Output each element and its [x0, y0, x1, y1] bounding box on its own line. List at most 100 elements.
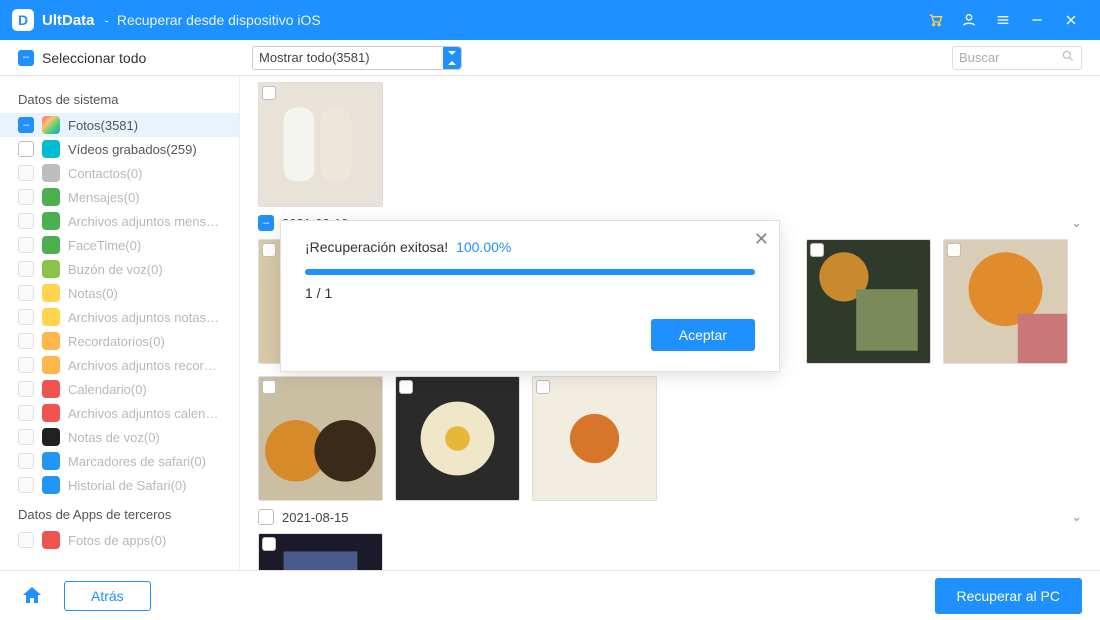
- sidebar-item[interactable]: Buzón de voz(0): [0, 257, 239, 281]
- sidebar-item[interactable]: Archivos adjuntos notas(0): [0, 305, 239, 329]
- titlebar: D UltData - Recuperar desde dispositivo …: [0, 0, 1100, 40]
- thumb-checkbox[interactable]: [262, 380, 276, 394]
- sidebar-item-label: Archivos adjuntos recordat...: [68, 358, 221, 373]
- app-subtitle: - Recuperar desde dispositivo iOS: [101, 12, 321, 28]
- group-checkbox[interactable]: –: [258, 215, 274, 231]
- sidebar-item-icon: [42, 116, 60, 134]
- app-logo: D: [12, 9, 34, 31]
- app-name: UltData: [42, 12, 95, 29]
- sidebar-item[interactable]: Marcadores de safari(0): [0, 449, 239, 473]
- thumb-checkbox[interactable]: [262, 86, 276, 100]
- sidebar-item[interactable]: Archivos adjuntos mensaje...: [0, 209, 239, 233]
- photo-thumb[interactable]: [532, 376, 657, 501]
- photo-thumb[interactable]: [258, 533, 383, 570]
- sidebar-item-checkbox[interactable]: [18, 357, 34, 373]
- photo-thumb[interactable]: [258, 82, 383, 207]
- sidebar-item-label: Notas(0): [68, 286, 221, 301]
- photo-thumb[interactable]: [258, 376, 383, 501]
- sidebar-item[interactable]: Recordatorios(0): [0, 329, 239, 353]
- sidebar-item-checkbox[interactable]: [18, 213, 34, 229]
- back-button[interactable]: Atrás: [64, 581, 151, 611]
- sidebar-item-checkbox[interactable]: [18, 532, 34, 548]
- sidebar-item[interactable]: Calendario(0): [0, 377, 239, 401]
- sidebar-item-checkbox[interactable]: [18, 285, 34, 301]
- sidebar-item-checkbox[interactable]: [18, 237, 34, 253]
- sidebar-item-icon: [42, 188, 60, 206]
- thumb-checkbox[interactable]: [810, 243, 824, 257]
- sidebar-item-label: Fotos de apps(0): [68, 533, 221, 548]
- minimize-icon[interactable]: [1020, 3, 1054, 37]
- home-button[interactable]: [18, 582, 46, 610]
- sidebar-item[interactable]: Archivos adjuntos recordat...: [0, 353, 239, 377]
- sidebar-item-label: Fotos(3581): [68, 118, 221, 133]
- sidebar-item-checkbox[interactable]: [18, 261, 34, 277]
- thumb-checkbox[interactable]: [536, 380, 550, 394]
- sidebar-item-checkbox[interactable]: [18, 381, 34, 397]
- filter-select-label: Mostrar todo(3581): [259, 50, 370, 65]
- progress-bar: [305, 269, 755, 275]
- accept-button[interactable]: Aceptar: [651, 319, 755, 351]
- user-icon[interactable]: [952, 3, 986, 37]
- thumb-checkbox[interactable]: [399, 380, 413, 394]
- sidebar-item-checkbox[interactable]: [18, 333, 34, 349]
- sidebar-item-checkbox[interactable]: [18, 165, 34, 181]
- sidebar-item-icon: [42, 308, 60, 326]
- dialog-count: 1 / 1: [305, 285, 755, 301]
- search-placeholder: Buscar: [959, 50, 999, 65]
- chevron-down-icon[interactable]: ⌄: [1071, 509, 1082, 525]
- sidebar-item-checkbox[interactable]: [18, 477, 34, 493]
- photo-thumb[interactable]: [395, 376, 520, 501]
- search-input[interactable]: Buscar: [952, 46, 1082, 70]
- sidebar-item-icon: [42, 428, 60, 446]
- sidebar-item-label: Buzón de voz(0): [68, 262, 221, 277]
- bottombar: Atrás Recuperar al PC: [0, 570, 1100, 620]
- sidebar-item[interactable]: Fotos de apps(0): [0, 528, 239, 552]
- photo-thumb[interactable]: [806, 239, 931, 364]
- menu-icon[interactable]: [986, 3, 1020, 37]
- sidebar-item[interactable]: FaceTime(0): [0, 233, 239, 257]
- sidebar-item[interactable]: – Fotos(3581): [0, 113, 239, 137]
- dialog-close-icon[interactable]: ✕: [754, 229, 769, 250]
- select-all-label: Seleccionar todo: [42, 50, 146, 66]
- sidebar-item-checkbox[interactable]: [18, 189, 34, 205]
- close-icon[interactable]: [1054, 3, 1088, 37]
- sidebar-item-checkbox[interactable]: [18, 309, 34, 325]
- sidebar-item-checkbox[interactable]: –: [18, 117, 34, 133]
- sidebar-item[interactable]: Mensajes(0): [0, 185, 239, 209]
- sidebar-item-icon: [42, 404, 60, 422]
- sidebar-item[interactable]: Vídeos grabados(259): [0, 137, 239, 161]
- thumb-checkbox[interactable]: [262, 243, 276, 257]
- sidebar-item-checkbox[interactable]: [18, 429, 34, 445]
- select-all-checkbox[interactable]: –: [18, 50, 34, 66]
- sidebar-item-label: Archivos adjuntos mensaje...: [68, 214, 221, 229]
- sidebar-item-icon: [42, 332, 60, 350]
- sidebar-item-label: Mensajes(0): [68, 190, 221, 205]
- sidebar-item[interactable]: Notas(0): [0, 281, 239, 305]
- group-date: 2021-08-15: [282, 510, 349, 525]
- sidebar-item[interactable]: Historial de Safari(0): [0, 473, 239, 497]
- sidebar-item-icon: [42, 452, 60, 470]
- sidebar[interactable]: Datos de sistema –Fotos(3581)Vídeos grab…: [0, 76, 240, 570]
- group-checkbox[interactable]: [258, 509, 274, 525]
- sidebar-item[interactable]: Contactos(0): [0, 161, 239, 185]
- filter-select[interactable]: Mostrar todo(3581): [252, 46, 462, 70]
- sidebar-item-label: Recordatorios(0): [68, 334, 221, 349]
- sidebar-item-icon: [42, 212, 60, 230]
- dialog-percent: 100.00%: [456, 239, 511, 255]
- photo-thumb[interactable]: [943, 239, 1068, 364]
- sidebar-item-checkbox[interactable]: [18, 141, 34, 157]
- sidebar-item-icon: [42, 236, 60, 254]
- sidebar-item-icon: [42, 164, 60, 182]
- sidebar-item-label: Notas de voz(0): [68, 430, 221, 445]
- thumb-checkbox[interactable]: [947, 243, 961, 257]
- sidebar-item[interactable]: Notas de voz(0): [0, 425, 239, 449]
- sidebar-item[interactable]: Archivos adjuntos calendari...: [0, 401, 239, 425]
- recover-button[interactable]: Recuperar al PC: [935, 578, 1083, 614]
- sidebar-item-checkbox[interactable]: [18, 405, 34, 421]
- cart-icon[interactable]: [918, 3, 952, 37]
- thumb-checkbox[interactable]: [262, 537, 276, 551]
- chevron-down-icon[interactable]: ⌄: [1071, 215, 1082, 231]
- chevron-updown-icon: [443, 47, 461, 69]
- sidebar-item-checkbox[interactable]: [18, 453, 34, 469]
- recovery-success-dialog: ✕ ¡Recuperación exitosa! 100.00% 1 / 1 A…: [280, 220, 780, 372]
